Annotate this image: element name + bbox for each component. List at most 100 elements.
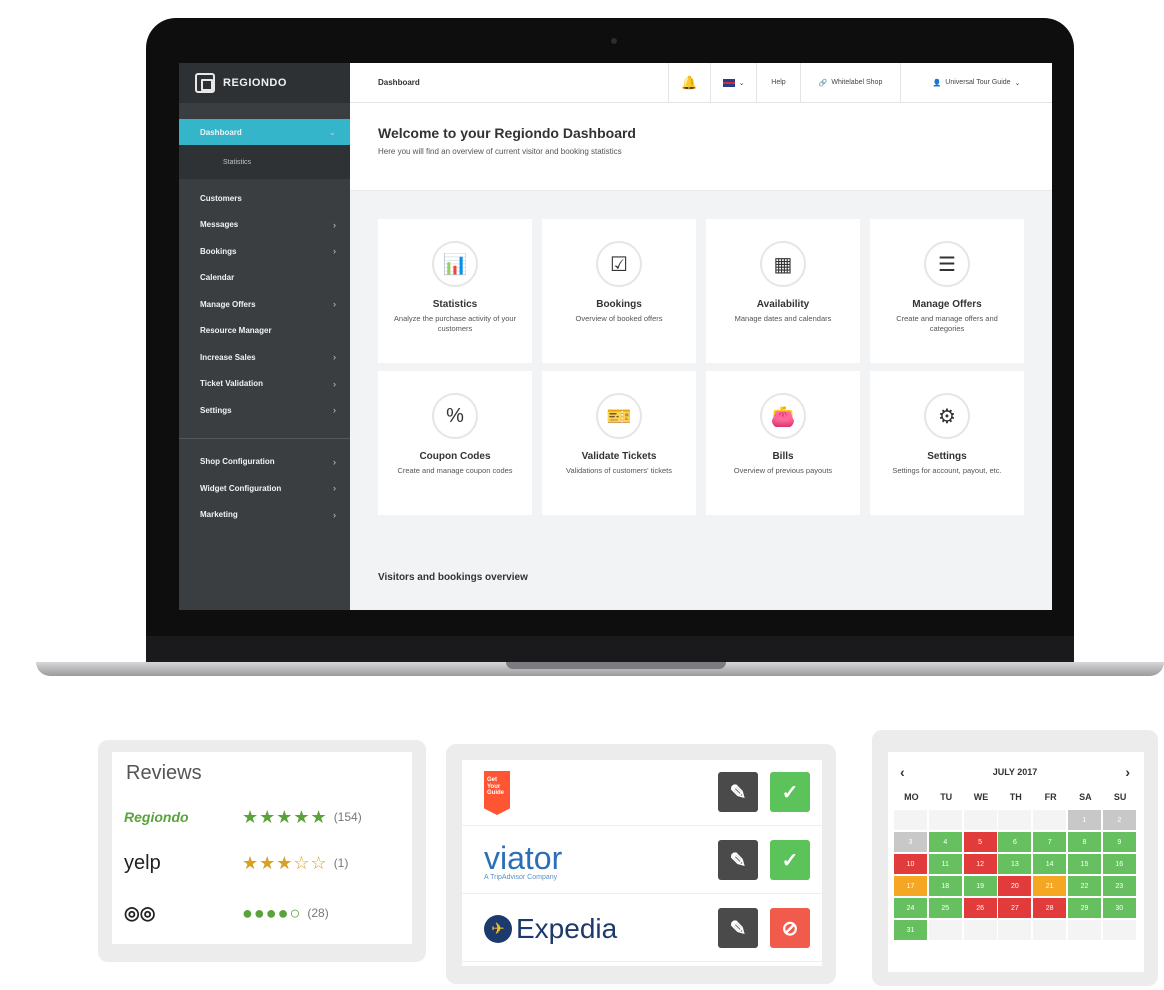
reviews-widget: Reviews Regiondo ★★★★★ (154) yelp ★★★☆☆ (1) ◎◎… — [112, 752, 412, 944]
calendar-day[interactable]: 28 — [1033, 898, 1067, 918]
next-month-button[interactable]: › — [1125, 764, 1130, 780]
sidebar-item-customers[interactable]: Customers — [179, 185, 350, 212]
calendar-day[interactable]: 18 — [928, 876, 962, 896]
calendar-day[interactable]: 21 — [1033, 876, 1067, 896]
calendar-day[interactable]: 26 — [963, 898, 997, 918]
card-availability[interactable]: ▦ Availability Manage dates and calendars — [706, 219, 860, 363]
card-title: Availability — [756, 299, 810, 310]
sidebar-item-marketing[interactable]: Marketing › — [179, 502, 350, 529]
laptop-bezel — [146, 636, 1074, 662]
approve-button[interactable]: ✓ — [770, 772, 810, 812]
calendar-day[interactable]: 22 — [1068, 876, 1101, 896]
review-count: (1) — [333, 856, 349, 870]
sidebar-item-dashboard[interactable]: Dashboard ⌄ — [179, 119, 350, 145]
sidebar-item-bookings[interactable]: Bookings › — [179, 238, 350, 265]
calendar-day[interactable]: 25 — [928, 898, 962, 918]
user-name: Universal Tour Guide — [945, 79, 1011, 86]
sidebar-nav-secondary: Shop Configuration › Widget Configuration ›… — [179, 449, 350, 529]
weekday-label: TU — [940, 792, 953, 802]
dashboard-screen: REGIONDO Dashboard ⌄ Statistics Customer… — [179, 63, 1052, 610]
sidebar-item-increase-sales[interactable]: Increase Sales › — [179, 344, 350, 371]
card-validate-tickets[interactable]: 🎫 Validate Tickets Validations of customer… — [542, 371, 696, 515]
expedia-logo: Expedia — [516, 913, 618, 944]
calendar-day[interactable]: 27 — [998, 898, 1032, 918]
whitelabel-shop-button[interactable]: 🔗 Whitelabel Shop — [800, 63, 900, 102]
card-manage-offers[interactable]: ☰ Manage Offers Create and manage offers a… — [870, 219, 1024, 363]
sidebar-item-label: Marketing — [200, 510, 238, 520]
channel-logo: viator A TripAdvisor Company — [484, 828, 562, 894]
card-coupon-codes[interactable]: % Coupon Codes Create and manage coupon co… — [378, 371, 532, 515]
calendar-day[interactable]: 6 — [998, 832, 1032, 852]
weekday-label: SA — [1079, 792, 1092, 802]
edit-button[interactable]: ✎ — [718, 840, 758, 880]
calendar-day[interactable]: 12 — [963, 854, 997, 874]
calendar-empty-cell — [998, 810, 1032, 830]
sidebar-item-label: Manage Offers — [200, 299, 256, 309]
language-selector[interactable]: ⌄ — [710, 63, 756, 102]
calendar-day[interactable]: 17 — [894, 876, 927, 896]
card-bookings[interactable]: ☑ Bookings Overview of booked offers — [542, 219, 696, 363]
calendar-day[interactable]: 9 — [1102, 832, 1136, 852]
card-bills[interactable]: 👛 Bills Overview of previous payouts — [706, 371, 860, 515]
calendar-day[interactable]: 3 — [894, 832, 927, 852]
calendar-day[interactable]: 7 — [1033, 832, 1067, 852]
sidebar-item-label: Bookings — [200, 246, 237, 256]
viator-tagline: A TripAdvisor Company — [484, 873, 558, 881]
calendar-day[interactable]: 29 — [1068, 898, 1101, 918]
calendar-day[interactable]: 15 — [1068, 854, 1101, 874]
breadcrumb[interactable]: Dashboard — [350, 63, 668, 102]
chevron-right-icon: › — [333, 299, 336, 310]
sidebar-subitem-statistics[interactable]: Statistics — [179, 145, 350, 179]
chevron-right-icon: › — [333, 509, 336, 520]
card-title: Coupon Codes — [419, 451, 491, 462]
logo[interactable]: REGIONDO — [179, 63, 350, 103]
regiondo-logo-icon — [195, 73, 215, 93]
prev-month-button[interactable]: ‹ — [900, 764, 905, 780]
calendar-day[interactable]: 5 — [963, 832, 997, 852]
calendar-day[interactable]: 13 — [998, 854, 1032, 874]
edit-button[interactable]: ✎ — [718, 772, 758, 812]
sidebar-item-settings[interactable]: Settings › — [179, 397, 350, 424]
card-description: Manage dates and calendars — [734, 314, 832, 323]
calendar-empty-cell — [963, 810, 997, 830]
calendar-widget: ‹ JULY 2017 › MO TU WE TH FR SA SU 1 2 3 4 5 6 7 8 9 10… — [888, 752, 1144, 972]
channel-logo: Get Your Guide — [484, 760, 510, 826]
calendar-day[interactable]: 23 — [1102, 876, 1136, 896]
calendar-empty-cell — [894, 810, 927, 830]
sidebar-item-ticket-validation[interactable]: Ticket Validation › — [179, 371, 350, 398]
card-description: Analyze the purchase activity of your cu… — [393, 314, 517, 333]
sidebar-item-shop-configuration[interactable]: Shop Configuration › — [179, 449, 350, 476]
calendar-day[interactable]: 31 — [894, 920, 927, 940]
card-settings[interactable]: ⚙ Settings Settings for account, payout, e… — [870, 371, 1024, 515]
calendar-day[interactable]: 4 — [928, 832, 962, 852]
calendar-day[interactable]: 19 — [963, 876, 997, 896]
sidebar-item-widget-configuration[interactable]: Widget Configuration › — [179, 475, 350, 502]
help-button[interactable]: Help — [756, 63, 800, 102]
sidebar-item-calendar[interactable]: Calendar — [179, 265, 350, 292]
calendar-day[interactable]: 1 — [1068, 810, 1101, 830]
weekday-label: WE — [973, 792, 989, 802]
card-statistics[interactable]: 📊 Statistics Analyze the purchase activity… — [378, 219, 532, 363]
channel-logo: ✈ Expedia — [484, 896, 617, 962]
card-title: Statistics — [432, 299, 478, 310]
edit-button[interactable]: ✎ — [718, 908, 758, 948]
sidebar-item-manage-offers[interactable]: Manage Offers › — [179, 291, 350, 318]
user-menu[interactable]: 👤 Universal Tour Guide ⌄ — [900, 63, 1052, 102]
calendar-day[interactable]: 10 — [894, 854, 927, 874]
calendar-day[interactable]: 14 — [1033, 854, 1067, 874]
sidebar-item-resource-manager[interactable]: Resource Manager — [179, 318, 350, 345]
calendar-day[interactable]: 30 — [1102, 898, 1136, 918]
calendar-day[interactable]: 11 — [928, 854, 962, 874]
calendar-day[interactable]: 2 — [1102, 810, 1136, 830]
blocked-button[interactable]: ⊘ — [770, 908, 810, 948]
sidebar-item-label: Settings — [200, 405, 232, 415]
notifications-button[interactable]: 🔔 — [668, 63, 710, 102]
pencil-icon: ✎ — [729, 781, 747, 804]
calendar-day[interactable]: 24 — [894, 898, 927, 918]
calendar-day[interactable]: 8 — [1068, 832, 1101, 852]
sidebar-item-messages[interactable]: Messages › — [179, 212, 350, 239]
calendar-day[interactable]: 16 — [1102, 854, 1136, 874]
approve-button[interactable]: ✓ — [770, 840, 810, 880]
sidebar: REGIONDO Dashboard ⌄ Statistics Customer… — [179, 63, 350, 610]
calendar-day[interactable]: 20 — [998, 876, 1032, 896]
